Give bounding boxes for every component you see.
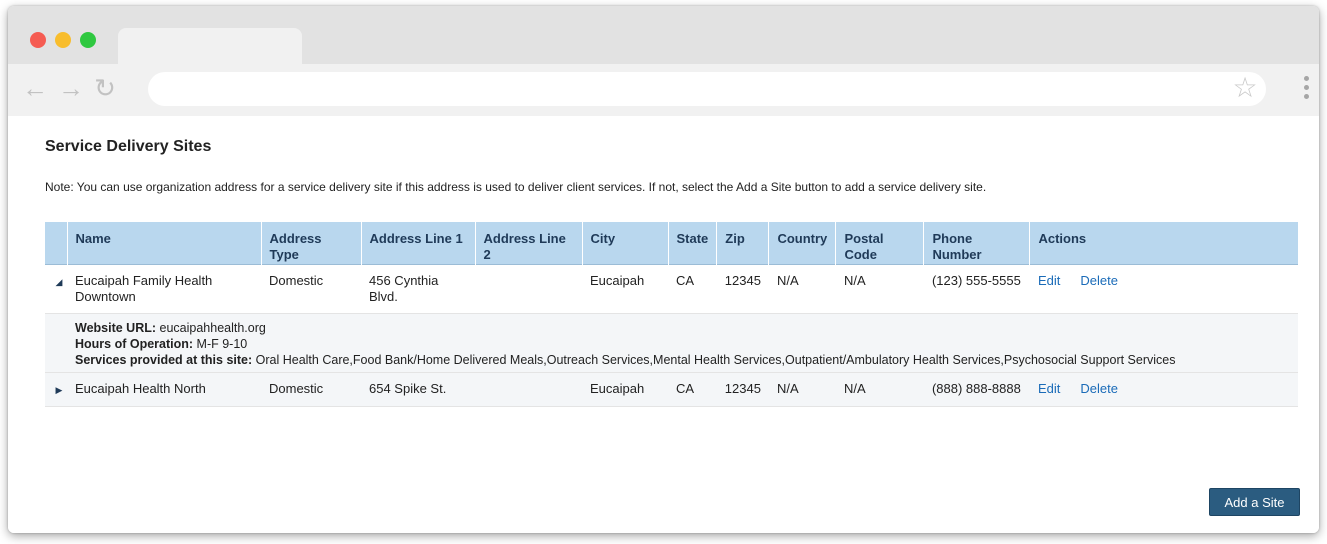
hours-label: Hours of Operation:	[75, 336, 194, 351]
cell-state: CA	[668, 264, 717, 314]
star-icon[interactable]: ☆	[1230, 73, 1260, 103]
header-city[interactable]: City	[582, 222, 669, 264]
cell-actions: Edit Delete	[1029, 264, 1298, 314]
cell-phone-number: (888) 888-8888	[923, 372, 1030, 407]
kebab-menu-icon[interactable]	[1304, 76, 1310, 104]
services-label: Services provided at this site:	[75, 352, 253, 367]
delete-link[interactable]: Delete	[1080, 273, 1118, 288]
cell-zip: 12345	[716, 264, 769, 314]
row-details: Website URL: eucaipahhealth.org Hours of…	[45, 313, 1298, 373]
cell-country: N/A	[768, 264, 836, 314]
address-bar[interactable]	[148, 72, 1266, 106]
page-title: Service Delivery Sites	[45, 138, 212, 155]
service-sites-table: Name Address Type Address Line 1 Address…	[45, 222, 1298, 407]
collapse-triangle-icon[interactable]: ◢	[53, 274, 65, 290]
header-address-line-1[interactable]: Address Line 1	[361, 222, 476, 264]
cell-name: Eucaipah Health North	[67, 372, 261, 407]
header-name[interactable]: Name	[67, 222, 262, 264]
cell-state: CA	[668, 372, 717, 407]
cell-postal-code: N/A	[835, 264, 924, 314]
browser-tab[interactable]	[118, 28, 302, 66]
cell-zip: 12345	[716, 372, 769, 407]
close-window-button[interactable]	[30, 32, 46, 48]
header-phone-number[interactable]: Phone Number	[923, 222, 1031, 264]
row-details-cell: Website URL: eucaipahhealth.org Hours of…	[45, 313, 1298, 373]
cell-country: N/A	[768, 372, 836, 407]
header-actions: Actions	[1029, 222, 1298, 264]
website-label: Website URL:	[75, 320, 157, 335]
add-a-site-button[interactable]: Add a Site	[1209, 488, 1300, 516]
header-postal-code[interactable]: Postal Code	[835, 222, 925, 264]
browser-toolbar: ← → ↻ ☆	[8, 64, 1319, 116]
page-content: Service Delivery Sites Note: You can use…	[8, 116, 1319, 533]
website-line: Website URL: eucaipahhealth.org	[75, 320, 1272, 336]
cell-postal-code: N/A	[835, 372, 924, 407]
table-row: ◢ Eucaipah Family Health Downtown Domest…	[45, 264, 1298, 314]
cell-address-line-1: 456 Cynthia Blvd.	[361, 264, 475, 314]
cell-address-line-2	[475, 372, 582, 407]
expand-triangle-icon[interactable]: ▶	[53, 382, 65, 398]
hours-line: Hours of Operation: M-F 9-10	[75, 336, 1272, 352]
back-arrow-icon[interactable]: ←	[22, 74, 48, 102]
row-toggle[interactable]: ▶	[45, 372, 67, 407]
cell-phone-number: (123) 555-5555	[923, 264, 1030, 314]
cell-city: Eucaipah	[582, 264, 668, 314]
cell-address-line-1: 654 Spike St.	[361, 372, 475, 407]
maximize-window-button[interactable]	[80, 32, 96, 48]
header-expand	[45, 222, 68, 264]
reload-icon[interactable]: ↻	[92, 74, 118, 102]
row-toggle[interactable]: ◢	[45, 264, 67, 314]
minimize-window-button[interactable]	[55, 32, 71, 48]
delete-link[interactable]: Delete	[1080, 381, 1118, 396]
cell-address-line-2	[475, 264, 582, 314]
cell-city: Eucaipah	[582, 372, 668, 407]
website-value: eucaipahhealth.org	[159, 320, 266, 335]
edit-link[interactable]: Edit	[1038, 381, 1060, 396]
services-line: Services provided at this site: Oral Hea…	[75, 352, 1272, 368]
browser-chrome: ← → ↻ ☆	[8, 6, 1319, 116]
table-row: ▶ Eucaipah Health North Domestic 654 Spi…	[45, 372, 1298, 407]
header-state[interactable]: State	[668, 222, 718, 264]
cell-address-type: Domestic	[261, 264, 361, 314]
forward-arrow-icon[interactable]: →	[58, 74, 84, 102]
header-address-line-2[interactable]: Address Line 2	[475, 222, 583, 264]
header-zip[interactable]: Zip	[716, 222, 770, 264]
header-address-type[interactable]: Address Type	[261, 222, 362, 264]
table-header-row: Name Address Type Address Line 1 Address…	[45, 222, 1298, 264]
browser-window: ← → ↻ ☆ Service Delivery Sites Note: You…	[8, 6, 1319, 533]
edit-link[interactable]: Edit	[1038, 273, 1060, 288]
cell-address-type: Domestic	[261, 372, 361, 407]
page-note: Note: You can use organization address f…	[45, 180, 987, 194]
cell-actions: Edit Delete	[1029, 372, 1298, 407]
hours-value: M-F 9-10	[196, 336, 248, 351]
services-value: Oral Health Care,Food Bank/Home Delivere…	[255, 352, 1176, 367]
cell-name: Eucaipah Family Health Downtown	[67, 264, 261, 314]
header-country[interactable]: Country	[768, 222, 837, 264]
